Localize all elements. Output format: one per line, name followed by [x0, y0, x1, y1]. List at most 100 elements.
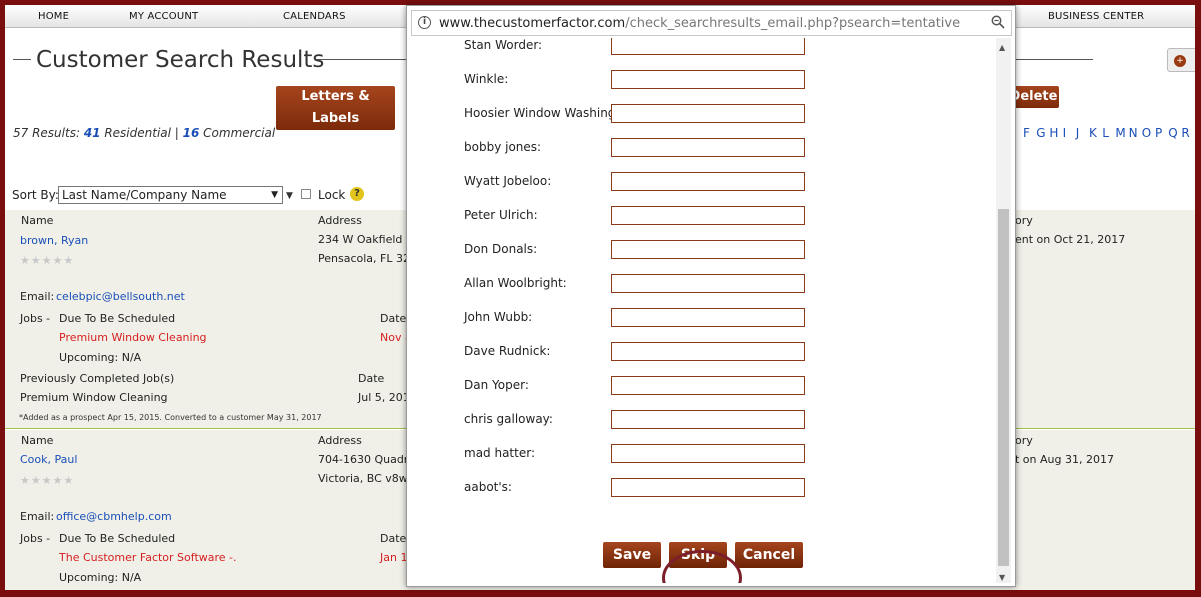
residential-count-link[interactable]: 41 — [84, 126, 101, 140]
email-row-label: John Wubb: — [464, 310, 533, 324]
scrollbar-thumb[interactable] — [998, 209, 1009, 566]
name-header: Name — [21, 434, 54, 447]
commercial-count-link[interactable]: 16 — [183, 126, 200, 140]
email-input[interactable] — [611, 410, 805, 429]
upcoming: Upcoming: N/A — [59, 571, 142, 584]
due-job-link[interactable]: Premium Window Cleaning — [59, 331, 207, 344]
rating-stars[interactable]: ★★★★★ — [20, 474, 74, 487]
email-row-label: Hoosier Window Washing: — [464, 106, 620, 120]
alpha-link[interactable]: J — [1076, 126, 1080, 140]
popup-scrollbar[interactable]: ▲ ▼ — [996, 38, 1011, 583]
customer-name-link[interactable]: brown, Ryan — [20, 234, 88, 247]
email-link[interactable]: office@cbmhelp.com — [56, 510, 172, 523]
alpha-link[interactable]: I — [1063, 126, 1067, 140]
email-row-label: bobby jones: — [464, 140, 542, 154]
address-line1: 704-1630 Quadra — [318, 453, 416, 466]
email-input[interactable] — [611, 138, 805, 157]
email-input[interactable] — [611, 342, 805, 361]
prev-date: Jul 5, 201 — [358, 391, 410, 404]
email-row-label: mad hatter: — [464, 446, 535, 460]
dropdown-arrow-icon: ▼ — [271, 190, 278, 200]
email-input[interactable] — [611, 104, 805, 123]
scroll-up-icon[interactable]: ▲ — [999, 43, 1005, 52]
history-line: ent on Oct 21, 2017 — [1015, 233, 1126, 246]
cancel-button[interactable]: Cancel — [735, 542, 803, 568]
nav-business-center[interactable]: BUSINESS CENTER — [1048, 11, 1144, 22]
alpha-link[interactable]: K — [1089, 126, 1097, 140]
upcoming: Upcoming: N/A — [59, 351, 142, 364]
jobs-label: Jobs - — [20, 312, 51, 325]
heading-rule-mid — [317, 59, 407, 60]
save-button[interactable]: Save — [603, 542, 661, 568]
sort-select[interactable]: Last Name/Company Name ▼ — [58, 186, 283, 204]
alpha-link[interactable]: G — [1036, 126, 1045, 140]
email-row-label: chris galloway: — [464, 412, 553, 426]
due-label: Due To Be Scheduled — [59, 312, 176, 325]
name-header: Name — [21, 214, 54, 227]
email-link[interactable]: celebpic@bellsouth.net — [56, 290, 185, 303]
date-header: Date — [380, 312, 407, 325]
nav-my-account[interactable]: MY ACCOUNT — [129, 11, 198, 22]
info-icon[interactable]: i — [418, 16, 431, 29]
rating-stars[interactable]: ★★★★★ — [20, 254, 74, 267]
email-input[interactable] — [611, 274, 805, 293]
zoom-icon[interactable] — [991, 15, 1005, 29]
alpha-link[interactable]: L — [1102, 126, 1109, 140]
alpha-link[interactable]: M — [1115, 126, 1125, 140]
email-input[interactable] — [611, 376, 805, 395]
lock-checkbox[interactable] — [301, 189, 311, 199]
address-header: Address — [318, 434, 362, 447]
address-line1: 234 W Oakfield R — [318, 233, 414, 246]
email-row-label: Stan Worder: — [464, 38, 543, 52]
alpha-link[interactable]: O — [1142, 126, 1151, 140]
email-input[interactable] — [611, 70, 805, 89]
email-input[interactable] — [611, 444, 805, 463]
due-job-link[interactable]: The Customer Factor Software -. — [59, 551, 237, 564]
scroll-down-icon[interactable]: ▼ — [999, 573, 1005, 582]
email-input[interactable] — [611, 308, 805, 327]
summary-prefix: 57 Results: — [13, 126, 84, 140]
url-host: www.thecustomerfactor.com — [439, 16, 626, 31]
alpha-link[interactable]: R — [1181, 126, 1189, 140]
url-path: /check_searchresults_email.php?psearch=t… — [625, 16, 961, 31]
email-input[interactable] — [611, 206, 805, 225]
nav-calendars[interactable]: CALENDARS — [283, 11, 346, 22]
plus-icon: + — [1174, 55, 1186, 67]
email-label: Email: — [20, 290, 55, 303]
date-header: Date — [380, 532, 407, 545]
results-summary: 57 Results: 41 Residential | 16 Commerci… — [13, 126, 275, 140]
history-header: ory — [1015, 214, 1033, 227]
alpha-link[interactable]: P — [1155, 126, 1162, 140]
prev-job: Premium Window Cleaning — [20, 391, 168, 404]
sort-selected-value: Last Name/Company Name — [62, 188, 227, 202]
alpha-link[interactable]: H — [1049, 126, 1058, 140]
email-popup-window: i www.thecustomerfactor.com/check_search… — [406, 5, 1016, 587]
email-input[interactable] — [611, 240, 805, 259]
email-row-label: Allan Woolbright: — [464, 276, 567, 290]
email-form: Save Skip Cancel Stan Worder: Winkle: Hoos… — [411, 38, 996, 583]
commercial-label: Commercial — [199, 126, 276, 140]
sort-direction-icon[interactable]: ▼ — [286, 191, 293, 201]
due-label: Due To Be Scheduled — [59, 532, 176, 545]
help-icon[interactable]: ? — [350, 187, 364, 201]
due-date: Jan 1 — [380, 551, 408, 564]
address-line2: Victoria, BC v8w3 — [318, 472, 415, 485]
customer-name-link[interactable]: Cook, Paul — [20, 453, 77, 466]
residential-label: Residential | — [100, 126, 183, 140]
email-input[interactable] — [611, 172, 805, 191]
email-row-label: Don Donals: — [464, 242, 538, 256]
email-input[interactable] — [611, 478, 805, 497]
letters-labels-button[interactable]: Letters & Labels — [276, 86, 395, 130]
alpha-link[interactable]: F — [1023, 126, 1030, 140]
jobs-label: Jobs - — [20, 532, 51, 545]
prev-date-header: Date — [358, 372, 385, 385]
email-row-label: aabot's: — [464, 480, 512, 494]
add-button[interactable]: + — [1167, 48, 1195, 72]
email-input[interactable] — [611, 38, 805, 55]
customer-note: *Added as a prospect Apr 15, 2015. Conve… — [19, 413, 322, 422]
nav-home[interactable]: HOME — [38, 11, 69, 22]
alpha-link[interactable]: Q — [1168, 126, 1177, 140]
alpha-link[interactable]: N — [1129, 126, 1138, 140]
email-label: Email: — [20, 510, 55, 523]
url-bar[interactable]: i www.thecustomerfactor.com/check_search… — [411, 10, 1012, 36]
